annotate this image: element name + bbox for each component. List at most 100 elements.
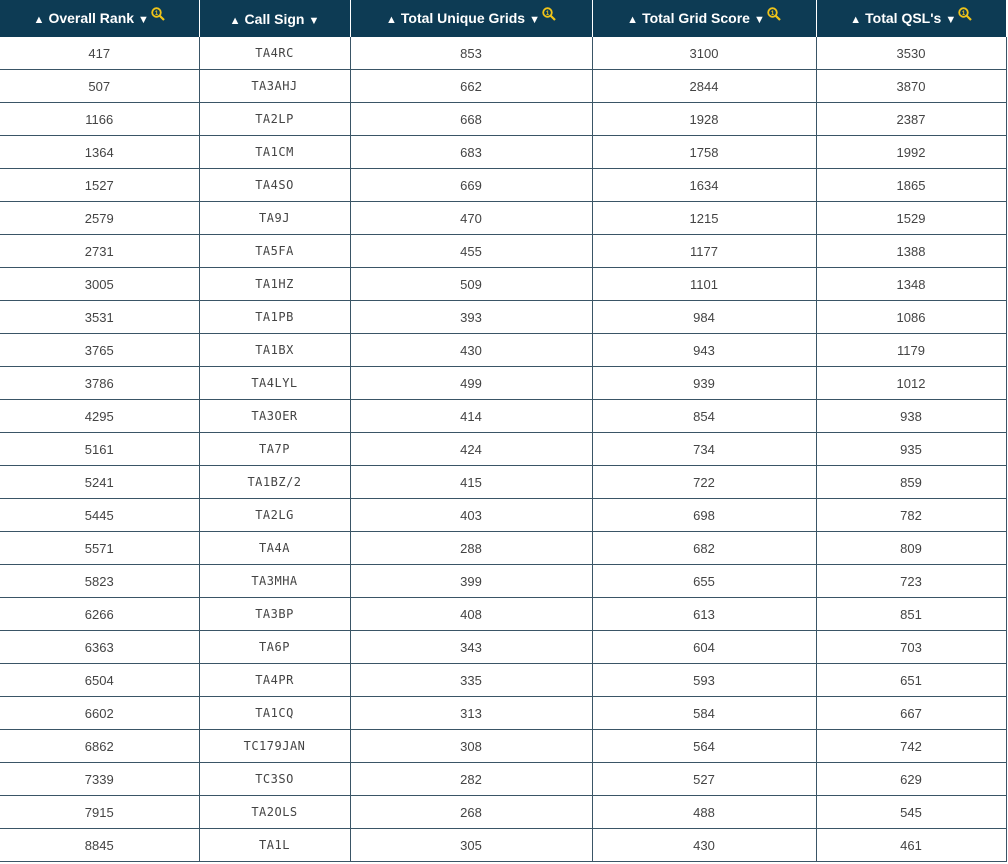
call-sign-cell: TA1CQ (199, 696, 351, 730)
qsls-cell: 859 (816, 465, 1007, 499)
column-label: Total Unique Grids (400, 10, 526, 26)
column-label: Total QSL's (865, 10, 942, 26)
sort-descending-button[interactable]: ▼ (308, 15, 319, 27)
unique-grids-cell: 403 (350, 498, 593, 532)
column-label: Total Grid Score (642, 10, 750, 26)
sort-ascending-button[interactable]: ▲ (850, 14, 861, 26)
call-sign-cell: TA1BX (199, 333, 351, 367)
grid-score-cell: 488 (592, 795, 817, 829)
sort-descending-button[interactable]: ▼ (138, 14, 149, 26)
table-row: 6602 TA1CQ 313 584 667 (0, 696, 1007, 730)
sort-descending-button[interactable]: ▼ (945, 14, 956, 26)
grid-score-cell: 564 (592, 729, 817, 763)
call-sign-cell: TA2LP (199, 102, 351, 136)
overall-rank-cell: 6602 (0, 696, 200, 730)
table-row: 1527 TA4SO 669 1634 1865 (0, 168, 1007, 202)
call-sign-cell: TC179JAN (199, 729, 351, 763)
overall-rank-cell: 5241 (0, 465, 200, 499)
table-row: 4295 TA3OER 414 854 938 (0, 399, 1007, 433)
unique-grids-cell: 399 (350, 564, 593, 598)
sort-ascending-button[interactable]: ▲ (34, 14, 45, 26)
qsls-cell: 1086 (816, 300, 1007, 334)
unique-grids-cell: 669 (350, 168, 593, 202)
grid-score-cell: 430 (592, 828, 817, 862)
table-row: 1166 TA2LP 668 1928 2387 (0, 102, 1007, 136)
overall-rank-cell: 3786 (0, 366, 200, 400)
column-label: Call Sign (244, 10, 305, 27)
qsls-cell: 545 (816, 795, 1007, 829)
table-row: 6266 TA3BP 408 613 851 (0, 597, 1007, 631)
grid-score-cell: 1177 (592, 234, 817, 268)
overall-rank-cell: 6266 (0, 597, 200, 631)
unique-grids-cell: 282 (350, 762, 593, 796)
unique-grids-cell: 415 (350, 465, 593, 499)
grid-score-cell: 1928 (592, 102, 817, 136)
table-row: 2731 TA5FA 455 1177 1388 (0, 234, 1007, 268)
sort-descending-button[interactable]: ▼ (754, 14, 765, 26)
call-sign-cell: TA3MHA (199, 564, 351, 598)
overall-rank-cell: 2731 (0, 234, 200, 268)
qsls-cell: 809 (816, 531, 1007, 565)
grid-score-cell: 584 (592, 696, 817, 730)
call-sign-cell: TC3SO (199, 762, 351, 796)
overall-rank-cell: 3005 (0, 267, 200, 301)
search-icon[interactable]: 1 (767, 7, 781, 24)
table-row: 7915 TA2OLS 268 488 545 (0, 795, 1007, 829)
grid-score-cell: 613 (592, 597, 817, 631)
call-sign-cell: TA9J (199, 201, 351, 235)
call-sign-cell: TA4LYL (199, 366, 351, 400)
table-row: 507 TA3AHJ 662 2844 3870 (0, 69, 1007, 103)
qsls-cell: 1529 (816, 201, 1007, 235)
table-row: 417 TA4RC 853 3100 3530 (0, 37, 1007, 70)
overall-rank-cell: 3765 (0, 333, 200, 367)
sort-ascending-button[interactable]: ▲ (230, 15, 241, 27)
search-icon[interactable]: 1 (151, 7, 165, 24)
sort-ascending-button[interactable]: ▲ (627, 14, 638, 26)
call-sign-cell: TA5FA (199, 234, 351, 268)
qsls-cell: 1012 (816, 366, 1007, 400)
table-row: 8845 TA1L 305 430 461 (0, 828, 1007, 862)
table-row: 3786 TA4LYL 499 939 1012 (0, 366, 1007, 400)
qsls-cell: 938 (816, 399, 1007, 433)
overall-rank-cell: 6363 (0, 630, 200, 664)
call-sign-cell: TA7P (199, 432, 351, 466)
call-sign-cell: TA1L (199, 828, 351, 862)
grid-score-cell: 1215 (592, 201, 817, 235)
qsls-cell: 1865 (816, 168, 1007, 202)
grid-score-cell: 527 (592, 762, 817, 796)
table-row: 1364 TA1CM 683 1758 1992 (0, 135, 1007, 169)
qsls-cell: 629 (816, 762, 1007, 796)
qsls-cell: 1348 (816, 267, 1007, 301)
call-sign-cell: TA3BP (199, 597, 351, 631)
call-sign-cell: TA4RC (199, 37, 351, 70)
unique-grids-cell: 288 (350, 531, 593, 565)
unique-grids-cell: 305 (350, 828, 593, 862)
search-icon[interactable]: 1 (542, 7, 556, 24)
unique-grids-cell: 662 (350, 69, 593, 103)
qsls-cell: 667 (816, 696, 1007, 730)
grid-score-cell: 1634 (592, 168, 817, 202)
search-icon[interactable]: 1 (958, 7, 973, 24)
overall-rank-cell: 5161 (0, 432, 200, 466)
call-sign-cell: TA3AHJ (199, 69, 351, 103)
table-row: 3531 TA1PB 393 984 1086 (0, 300, 1007, 334)
grid-score-cell: 698 (592, 498, 817, 532)
unique-grids-cell: 408 (350, 597, 593, 631)
grid-score-cell: 722 (592, 465, 817, 499)
header-call-sign: ▲ Call Sign ▼ (199, 0, 351, 37)
qsls-cell: 651 (816, 663, 1007, 697)
sort-ascending-button[interactable]: ▲ (386, 14, 397, 26)
overall-rank-cell: 6862 (0, 729, 200, 763)
overall-rank-cell: 1527 (0, 168, 200, 202)
call-sign-cell: TA3OER (199, 399, 351, 433)
sort-descending-button[interactable]: ▼ (529, 14, 540, 26)
qsls-cell: 2387 (816, 102, 1007, 136)
grid-leaderboard-table: ▲ Overall Rank ▼ 1 ▲ Call Sign ▼ ▲ Total Uniqu… (0, 0, 1007, 862)
column-label: Overall Rank (48, 10, 135, 26)
table-row: 3765 TA1BX 430 943 1179 (0, 333, 1007, 367)
unique-grids-cell: 499 (350, 366, 593, 400)
qsls-cell: 935 (816, 432, 1007, 466)
overall-rank-cell: 5571 (0, 531, 200, 565)
qsls-cell: 3870 (816, 69, 1007, 103)
overall-rank-cell: 5445 (0, 498, 200, 532)
